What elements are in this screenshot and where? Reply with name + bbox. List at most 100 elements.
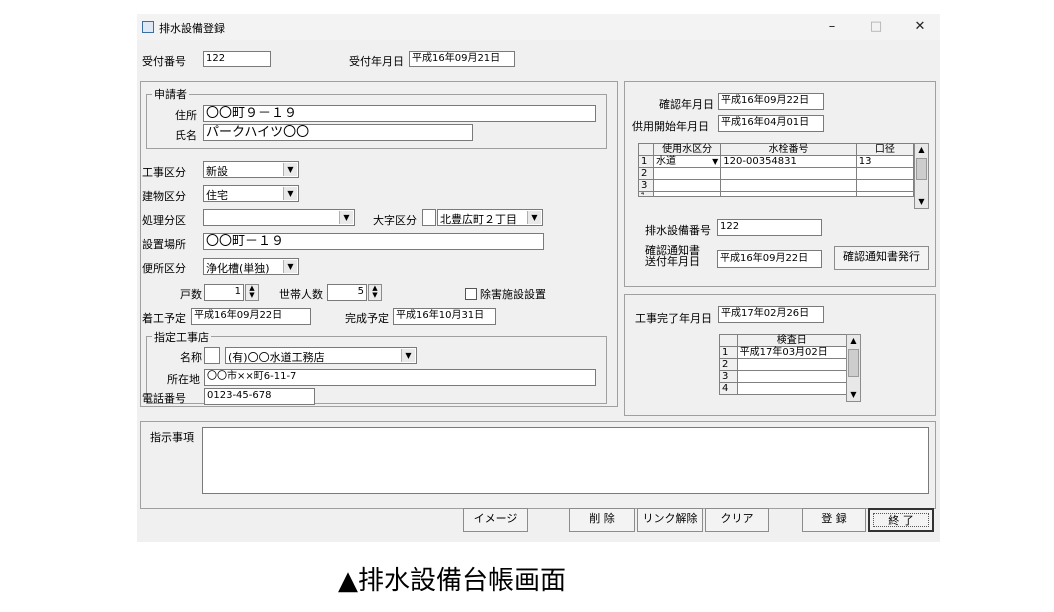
applicant-name-label: 氏名 [175,129,197,142]
contractor-phone-field[interactable]: 0123-45-678 [204,388,315,405]
grid-cell-inspection-date[interactable]: 平成17年03月02日 [736,346,848,359]
table-row[interactable]: 4 [637,191,915,197]
grid-cell-diameter[interactable] [855,191,915,197]
grid-cell-use-type[interactable]: 水道 ▼ [653,155,722,168]
contractor-address-field[interactable]: 〇〇市××町6-11-7 [204,369,596,386]
building-type-select[interactable]: 住宅 ▼ [203,185,299,202]
drain-number-field[interactable]: 122 [717,219,822,236]
grid-cell-inspection-date[interactable] [736,370,848,383]
chevron-down-icon[interactable]: ▼ [339,211,353,224]
maximize-button[interactable]: □ [861,17,891,37]
reception-number-field[interactable]: 122 [203,51,271,67]
title-bar: 排水設備登録 – □ ✕ [137,14,940,40]
toilet-type-value: 浄化槽(単独) [206,262,270,275]
grid-cell-tap-number[interactable] [720,167,857,180]
row-number: 2 [719,358,738,371]
chevron-down-icon[interactable]: ▼ [283,163,297,176]
table-row[interactable]: 2 [719,358,848,371]
table-row[interactable]: 2 [637,167,915,180]
image-button[interactable]: イメージ [463,508,528,532]
table-row[interactable]: 1 平成17年03月02日 [719,346,848,359]
treatment-district-select[interactable]: ▼ [203,209,355,226]
reception-date-field[interactable]: 平成16年09月21日 [409,51,515,67]
contractor-name-value: (有)〇〇水道工務店 [228,351,325,364]
scroll-down-icon[interactable]: ▼ [915,196,928,208]
households-field[interactable]: 1 [204,284,244,301]
notice-date-field[interactable]: 平成16年09月22日 [717,250,822,268]
screen-caption: ▲排水設備台帳画面 [338,566,566,596]
scroll-thumb[interactable] [848,349,859,377]
grid-cell-inspection-date[interactable] [736,382,848,395]
completion-date-field[interactable]: 平成17年02月26日 [718,306,824,323]
construction-type-select[interactable]: 新設 ▼ [203,161,299,178]
start-date-label: 着工予定 [142,312,186,325]
applicant-address-field[interactable]: 〇〇町９－１９ [203,105,596,122]
contractor-name-select[interactable]: (有)〇〇水道工務店 ▼ [225,347,417,364]
chevron-down-icon[interactable]: ▼ [283,260,297,273]
instructions-textarea[interactable] [202,427,929,494]
table-row[interactable]: 3 [637,179,915,192]
use-start-field[interactable]: 平成16年04月01日 [718,115,824,132]
chevron-down-icon[interactable]: ▼ [527,211,541,224]
inspection-grid-scrollbar[interactable]: ▲ ▼ [846,334,861,402]
contractor-code-field[interactable] [204,347,220,364]
issue-notice-button[interactable]: 確認通知書発行 [834,246,929,270]
scroll-up-icon[interactable]: ▲ [847,335,860,347]
applicant-name-field[interactable]: パークハイツ〇〇 [203,124,473,141]
table-row[interactable]: 4 [719,382,848,395]
grid-cell-diameter[interactable]: 13 [855,155,915,168]
clear-button[interactable]: クリア [705,508,769,532]
households-spinner[interactable]: ▲ ▼ [245,284,259,301]
table-row[interactable]: 1 水道 ▼ 120-00354831 13 [637,155,915,168]
contractor-address-label: 所在地 [167,373,200,386]
grid-cell-diameter[interactable] [855,179,915,192]
building-type-label: 建物区分 [142,190,186,203]
installation-location-field[interactable]: 〇〇町－１９ [203,233,544,250]
members-field[interactable]: 5 [327,284,367,301]
exit-button[interactable]: 終 了 [868,508,934,532]
start-date-field[interactable]: 平成16年09月22日 [191,308,311,325]
grid-cell-inspection-date[interactable] [736,358,848,371]
members-label: 世帯人数 [279,288,323,301]
unlink-button[interactable]: リンク解除 [637,508,703,532]
grid-cell-use-type[interactable] [653,167,722,180]
completion-plan-field[interactable]: 平成16年10月31日 [393,308,496,325]
installation-location-label: 設置場所 [142,238,186,251]
row-number: 4 [719,382,738,395]
toilet-type-select[interactable]: 浄化槽(単独) ▼ [203,258,299,275]
delete-button[interactable]: 削 除 [569,508,635,532]
row-number: 4 [637,191,655,197]
grid-cell-tap-number[interactable] [720,179,857,192]
close-window-button[interactable]: ✕ [905,17,935,37]
chevron-down-icon[interactable]: ▼ [712,156,718,167]
district-code-field[interactable] [422,209,436,226]
chevron-down-icon[interactable]: ▼ [283,187,297,200]
applicant-group-label: 申請者 [152,86,189,102]
drain-number-label: 排水設備番号 [645,224,711,237]
members-spinner[interactable]: ▲ ▼ [368,284,382,301]
grid-cell-use-type[interactable] [653,191,722,197]
scroll-thumb[interactable] [916,158,927,180]
table-row[interactable]: 3 [719,370,848,383]
scroll-down-icon[interactable]: ▼ [847,389,860,401]
confirm-date-field[interactable]: 平成16年09月22日 [718,93,824,110]
applicant-address-label: 住所 [175,109,197,122]
grid-cell-tap-number[interactable] [720,191,857,197]
register-button[interactable]: 登 録 [802,508,866,532]
grid-cell-tap-number[interactable]: 120-00354831 [720,155,857,168]
construction-type-value: 新設 [206,165,228,178]
grid-cell-diameter[interactable] [855,167,915,180]
district-select[interactable]: 北豊広町２丁目 ▼ [437,209,543,226]
completion-date-label: 工事完了年月日 [635,312,712,325]
app-window: 排水設備登録 – □ ✕ 受付番号 122 受付年月日 平成16年09月21日 … [137,14,940,542]
scroll-up-icon[interactable]: ▲ [915,144,928,156]
tap-grid-scrollbar[interactable]: ▲ ▼ [914,143,929,209]
minimize-button[interactable]: – [817,17,847,37]
grid-cell-use-type[interactable] [653,179,722,192]
exclusion-facility-checkbox[interactable] [465,288,477,300]
notice-date-label: 確認通知書 送付年月日 [645,245,700,267]
contractor-name-label: 名称 [180,351,202,364]
chevron-down-icon[interactable]: ▼ [401,349,415,362]
building-type-value: 住宅 [206,189,228,202]
reception-date-label: 受付年月日 [349,55,404,68]
